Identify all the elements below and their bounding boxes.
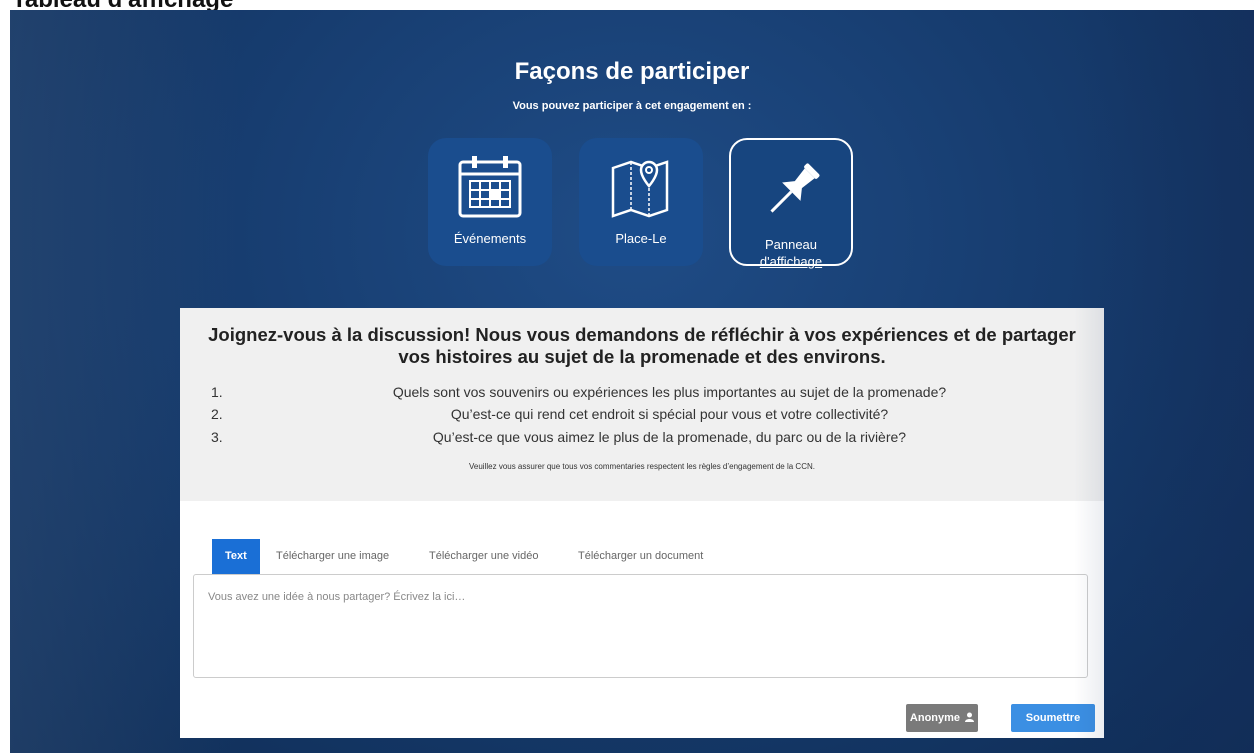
tile-place-le[interactable]: Place-Le	[579, 138, 703, 266]
tile-events[interactable]: Événements	[428, 138, 552, 266]
discussion-headline: Joignez-vous à la discussion! Nous vous …	[208, 324, 1076, 367]
question-text: Qu’est-ce qui rend cet endroit si spécia…	[450, 406, 889, 422]
engagement-rules-note: Veuillez vous assurer que tous vos comme…	[469, 462, 815, 471]
hero-section: Façons de participer Vous pouvez partici…	[10, 10, 1254, 753]
question-item: 3. Qu’est-ce que vous aimez le plus de l…	[180, 429, 1104, 449]
idea-textarea[interactable]: Vous avez une idée à nous partager? Écri…	[193, 574, 1088, 678]
anonymous-label: Anonyme	[909, 712, 961, 724]
question-text: Qu’est-ce que vous aimez le plus de la p…	[432, 429, 907, 445]
tab-upload-document[interactable]: Télécharger un document	[578, 539, 703, 573]
tile-bulletin-board[interactable]: Panneau d'affichage	[729, 138, 853, 269]
user-icon	[965, 712, 975, 722]
tile-bulletin-board-label-line2: d'affichage	[759, 254, 823, 269]
tile-place-le-label: Place-Le	[615, 231, 667, 246]
submit-button[interactable]: Soumettre	[1011, 704, 1095, 732]
question-item: 1. Quels sont vos souvenirs ou expérienc…	[180, 384, 1104, 404]
tab-upload-video[interactable]: Télécharger une vidéo	[429, 539, 538, 573]
tab-upload-image[interactable]: Télécharger une image	[276, 539, 389, 573]
question-text: Quels sont vos souvenirs ou expériences …	[392, 384, 947, 400]
anonymous-button[interactable]: Anonyme	[906, 704, 978, 732]
ways-title: Façons de participer	[514, 58, 750, 85]
tab-text[interactable]: Text	[212, 539, 260, 575]
ways-subtitle: Vous pouvez participer à cet engagement …	[512, 100, 752, 112]
tile-bulletin-board-label: Panneau d'affichage	[731, 236, 851, 270]
tile-events-label: Événements	[453, 231, 527, 246]
calendar-icon	[458, 156, 522, 218]
discussion-intro: Joignez-vous à la discussion! Nous vous …	[180, 308, 1104, 501]
map-pin-icon	[611, 160, 669, 218]
pushpin-icon	[770, 163, 820, 213]
tile-bulletin-board-label-line1: Panneau	[764, 237, 818, 252]
question-item: 2. Qu’est-ce qui rend cet endroit si spé…	[180, 406, 1104, 426]
discussion-panel: Joignez-vous à la discussion! Nous vous …	[180, 308, 1104, 738]
